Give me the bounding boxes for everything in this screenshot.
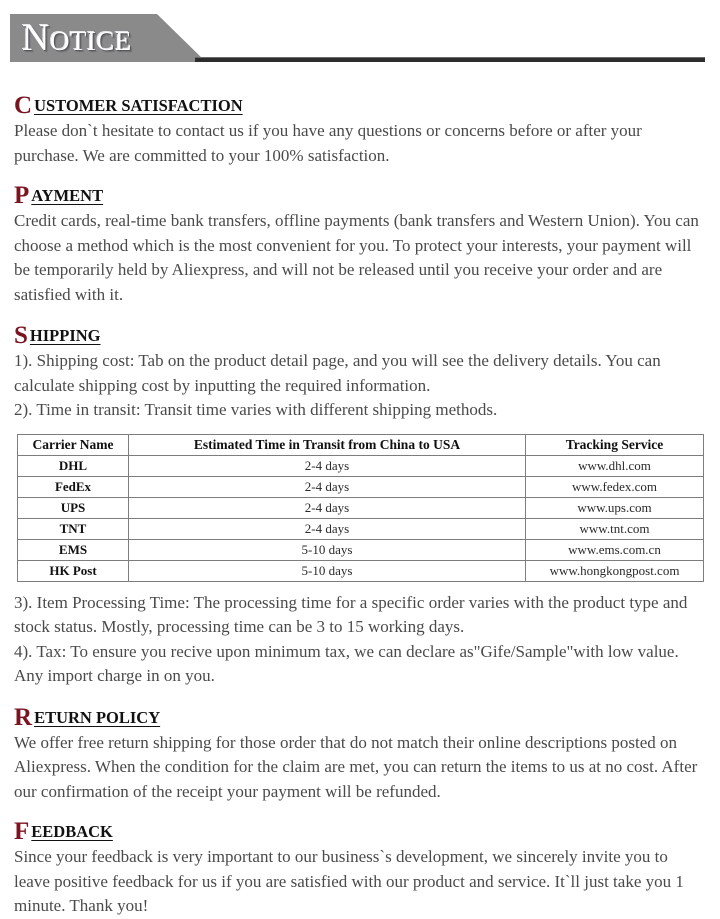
shipping-transit-table: Carrier Name Estimated Time in Transit f… (17, 433, 704, 582)
paragraph-feedback: Since your feedback is very important to… (14, 847, 684, 915)
heading-payment: P AYMENT (14, 182, 706, 209)
dropcap-c: C (14, 92, 33, 119)
column-header-tracking-service: Tracking Service (525, 433, 704, 456)
heading-feedback: F EEDBACK (14, 818, 706, 845)
paragraph-customer-satisfaction: Please don`t hesitate to contact us if y… (14, 121, 642, 165)
cell-tracking: www.ems.com.cn (525, 538, 704, 561)
cell-carrier: HK Post (17, 559, 129, 582)
cell-tracking: www.hongkongpost.com (525, 559, 704, 582)
paragraph-item-processing-time: 3). Item Processing Time: The processing… (14, 592, 688, 637)
heading-text-shipping: HIPPING (29, 326, 101, 345)
table-row: FedEx 2-4 days www.fedex.com (17, 475, 704, 498)
table-body: DHL 2-4 days www.dhl.com FedEx 2-4 days … (17, 454, 704, 582)
notice-banner: Notice (0, 0, 720, 78)
section-payment: P AYMENT Credit cards, real-time bank tra… (14, 182, 706, 307)
cell-transit: 2-4 days (128, 496, 526, 519)
table-header-row: Carrier Name Estimated Time in Transit f… (17, 433, 704, 456)
dropcap-f: F (14, 818, 30, 845)
dropcap-p: P (14, 182, 30, 209)
cell-carrier: DHL (17, 454, 129, 477)
cell-carrier: EMS (17, 538, 129, 561)
paragraph-time-in-transit: 2). Time in transit: Transit time varies… (14, 400, 498, 419)
banner-horizontal-rule (195, 57, 705, 62)
cell-carrier: UPS (17, 496, 129, 519)
table-row: UPS 2-4 days www.ups.com (17, 496, 704, 519)
table-row: EMS 5-10 days www.ems.com.cn (17, 538, 704, 561)
cell-tracking: www.ups.com (525, 496, 704, 519)
heading-shipping: S HIPPING (14, 322, 706, 349)
heading-text-return-policy: ETURN POLICY (34, 707, 161, 727)
cell-transit: 5-10 days (128, 538, 526, 561)
heading-text-payment: AYMENT (31, 186, 104, 205)
heading-return-policy: R ETURN POLICY (14, 703, 706, 731)
table-row: HK Post 5-10 days www.hongkongpost.com (17, 559, 704, 582)
section-return-policy: R ETURN POLICY We offer free return shipp… (14, 703, 706, 805)
paragraph-tax: 4). Tax: To ensure you recive upon minim… (14, 641, 679, 686)
paragraph-payment: Credit cards, real-time bank transfers, … (14, 211, 699, 304)
section-customer-satisfaction: C USTOMER SATISFACTION Please don`t hesit… (14, 92, 706, 168)
cell-tracking: www.fedex.com (525, 475, 704, 498)
table-row: DHL 2-4 days www.dhl.com (17, 454, 704, 477)
cell-transit: 2-4 days (128, 454, 526, 477)
cell-carrier: TNT (17, 517, 129, 540)
dropcap-r: R (14, 703, 33, 731)
column-header-estimated-time: Estimated Time in Transit from China to … (128, 433, 526, 456)
section-feedback: F EEDBACK Since your feedback is very imp… (14, 818, 706, 919)
column-header-carrier-name: Carrier Name (17, 433, 129, 456)
cell-tracking: www.tnt.com (525, 517, 704, 540)
dropcap-s: S (14, 322, 28, 349)
cell-carrier: FedEx (17, 475, 129, 498)
heading-text-feedback: EEDBACK (31, 822, 113, 841)
paragraph-return-policy: We offer free return shipping for those … (14, 732, 698, 801)
cell-transit: 2-4 days (128, 517, 526, 540)
cell-tracking: www.dhl.com (525, 454, 704, 477)
paragraph-shipping-cost: 1). Shipping cost: Tab on the product de… (14, 351, 661, 395)
cell-transit: 5-10 days (128, 559, 526, 582)
banner-title: Notice (22, 17, 132, 59)
heading-text-customer-satisfaction: USTOMER SATISFACTION (34, 96, 243, 115)
section-shipping: S HIPPING 1). Shipping cost: Tab on the p… (14, 322, 706, 689)
table-header: Carrier Name Estimated Time in Transit f… (17, 433, 704, 456)
document-content: C USTOMER SATISFACTION Please don`t hesit… (0, 92, 720, 919)
heading-customer-satisfaction: C USTOMER SATISFACTION (14, 92, 706, 119)
table-row: TNT 2-4 days www.tnt.com (17, 517, 704, 540)
cell-transit: 2-4 days (128, 475, 526, 498)
